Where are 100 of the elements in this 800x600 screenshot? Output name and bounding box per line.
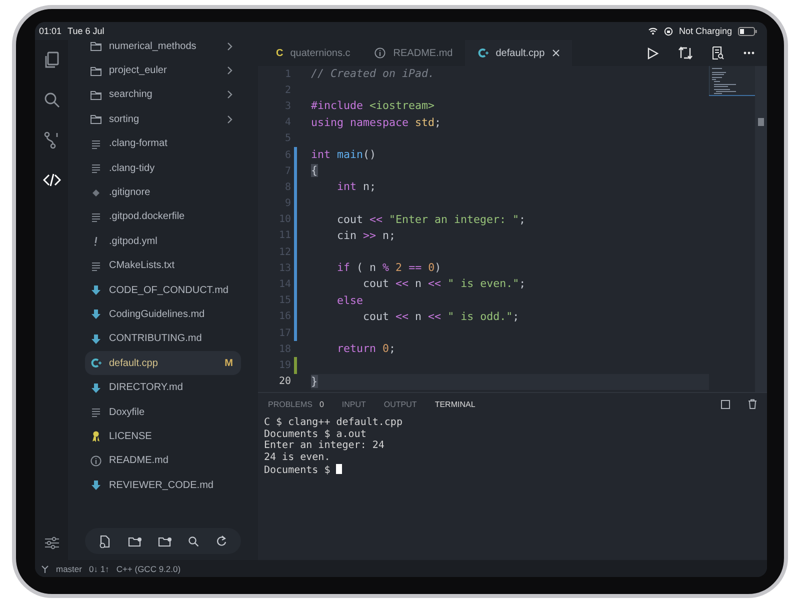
folder-icon <box>90 64 102 77</box>
branch-icon[interactable] <box>42 131 60 149</box>
file-item[interactable]: CODE_OF_CONDUCT.md <box>85 278 241 302</box>
trash-icon[interactable] <box>748 399 757 409</box>
code-line: // Created on iPad. <box>311 66 435 82</box>
file-item[interactable]: .gitpod.dockerfile <box>85 204 241 230</box>
file-item[interactable]: .clang-format <box>85 132 241 156</box>
code-icon[interactable] <box>42 171 60 189</box>
file-item[interactable]: numerical_methods <box>85 34 241 58</box>
code-line: int n; <box>336 179 376 196</box>
ribbon-icon <box>90 430 102 442</box>
cpp-file-icon <box>476 47 489 59</box>
file-item[interactable]: README.md <box>85 448 241 474</box>
diamond-icon <box>90 186 102 199</box>
info-icon <box>90 454 102 467</box>
battery-icon <box>738 26 757 36</box>
code-line: int main() <box>311 146 376 163</box>
panel-tab[interactable]: TERMINAL <box>434 400 476 408</box>
file-item[interactable]: REVIEWER_CODE.md <box>85 473 241 498</box>
rotation-lock-icon <box>664 26 673 36</box>
search-icon[interactable] <box>188 536 200 546</box>
search-icon[interactable] <box>42 91 60 109</box>
file-item[interactable]: CMakeLists.txt <box>85 254 241 278</box>
file-item[interactable]: CodingGuidelines.md <box>85 302 241 327</box>
file-item[interactable]: .gitpod.yml <box>85 229 241 254</box>
folder-icon <box>90 40 102 52</box>
clock-time: 01:01 <box>39 26 62 36</box>
refresh-icon[interactable] <box>216 535 227 547</box>
more-icon[interactable] <box>743 51 755 55</box>
panel-tab[interactable]: PROBLEMS 0 <box>268 400 324 408</box>
file-name: DIRECTORY.md <box>109 382 183 394</box>
file-item[interactable]: LICENSE <box>85 424 241 449</box>
maximize-icon[interactable] <box>721 400 730 408</box>
power-status: Not Charging <box>678 26 732 36</box>
sync-status[interactable]: 0↓ 1↑ <box>88 564 110 574</box>
file-name: CMakeLists.txt <box>109 260 175 272</box>
branch-name[interactable]: master <box>56 564 82 574</box>
code-line: cout << n << " is odd."; <box>362 308 520 325</box>
document-lines-icon <box>90 210 102 223</box>
file-name: Doxyfile <box>109 406 145 418</box>
file-name: REVIEWER_CODE.md <box>109 480 214 491</box>
scrollbar[interactable] <box>755 66 767 392</box>
language-mode[interactable]: C++ (GCC 9.2.0) <box>116 564 181 574</box>
code-line: if ( n % 2 == 0) <box>336 260 442 276</box>
code-line: return 0; <box>336 341 396 358</box>
editor-tab[interactable]: README.md <box>362 40 465 66</box>
terminal-line: Documents $ a.out <box>264 428 366 440</box>
sliders-icon[interactable] <box>44 536 60 550</box>
wifi-icon <box>648 27 658 35</box>
file-name: .gitpod.yml <box>109 236 158 247</box>
file-item[interactable]: project_euler <box>85 58 241 83</box>
run-icon[interactable] <box>647 46 659 60</box>
file-name: CODE_OF_CONDUCT.md <box>109 284 228 296</box>
files-icon[interactable] <box>42 51 60 69</box>
terminal-line: Enter an integer: 24 <box>264 440 384 452</box>
code-line: else <box>336 292 364 309</box>
file-item[interactable]: sorting <box>85 107 241 132</box>
code-line: using namespace std; <box>311 114 442 131</box>
file-item[interactable]: default.cpp M <box>85 351 241 376</box>
file-name: project_euler <box>109 65 167 76</box>
file-name: sorting <box>109 114 140 125</box>
document-lines-icon <box>90 162 102 174</box>
editor-tab[interactable]: default.cpp <box>464 40 572 66</box>
folder-icon <box>90 88 102 101</box>
download-arrow-icon <box>90 332 102 345</box>
close-icon[interactable] <box>552 49 560 57</box>
date-label: Tue 6 Jul <box>68 26 104 36</box>
download-arrow-icon <box>90 382 102 394</box>
sync-icon[interactable] <box>678 46 693 60</box>
file-item[interactable]: Doxyfile <box>85 400 241 424</box>
file-item[interactable]: CONTRIBUTING.md <box>85 326 241 352</box>
preview-document-icon[interactable] <box>712 46 724 60</box>
editor-tab[interactable]: C quaternions.c <box>264 40 362 66</box>
file-item[interactable]: .gitignore <box>85 180 241 205</box>
terminal-line: C $ clang++ default.cpp <box>264 417 402 428</box>
download-arrow-icon <box>90 308 102 320</box>
folder-icon <box>90 113 102 126</box>
code-line: #include <iostream> <box>311 98 435 114</box>
minimap-drawing <box>709 66 755 96</box>
file-name: LICENSE <box>109 430 152 442</box>
panel-tab[interactable]: OUTPUT <box>384 400 417 408</box>
panel-tab[interactable]: INPUT <box>342 400 366 408</box>
document-lines-icon <box>90 138 102 150</box>
file-item[interactable]: DIRECTORY.md <box>85 375 241 400</box>
document-lines-icon <box>90 260 102 272</box>
file-item[interactable]: searching <box>85 82 241 108</box>
file-name: searching <box>109 89 152 100</box>
terminal-line: 24 is even. <box>264 452 330 464</box>
file-name: numerical_methods <box>109 40 196 52</box>
file-name: README.md <box>109 455 168 466</box>
new-file-icon[interactable] <box>99 534 112 548</box>
file-name: .clang-format <box>109 138 168 150</box>
cpp-file-icon <box>90 357 102 370</box>
folder-badge-icon[interactable] <box>158 536 172 546</box>
file-item[interactable]: .clang-tidy <box>85 156 241 180</box>
problem-count: 0 <box>319 400 324 408</box>
info-icon <box>374 47 386 59</box>
new-folder-icon[interactable] <box>128 536 142 546</box>
terminal-line: Documents $ <box>264 464 332 476</box>
code-line: cout << "Enter an integer: "; <box>336 212 526 228</box>
